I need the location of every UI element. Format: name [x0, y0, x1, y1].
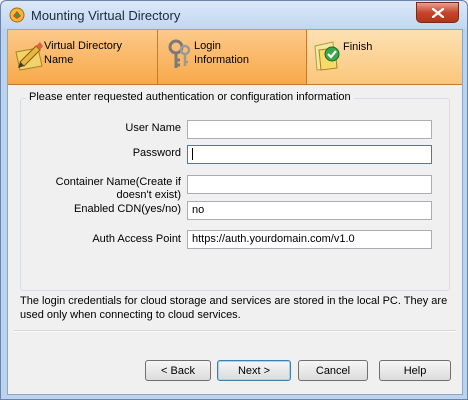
- step-label: Finish: [343, 41, 373, 53]
- help-button[interactable]: Help: [379, 360, 451, 381]
- step-virtual-directory-name: Virtual Directory Name: [8, 30, 158, 85]
- user-name-label: User Name: [125, 122, 181, 134]
- enabled-cdn-input[interactable]: no: [187, 201, 432, 220]
- window-title: Mounting Virtual Directory: [31, 8, 181, 23]
- password-label: Password: [132, 147, 181, 159]
- keys-icon: [168, 39, 191, 68]
- container-name-label: Container Name(Create if doesn't exist): [55, 176, 181, 201]
- auth-access-point-input[interactable]: https://auth.yourdomain.com/v1.0: [187, 230, 432, 249]
- help-button-label: Help: [403, 364, 427, 377]
- text-caret: [192, 148, 193, 161]
- close-button[interactable]: [416, 2, 459, 23]
- info-text: The login credentials for cloud storage …: [20, 295, 448, 321]
- step-login-information: Login Information: [158, 30, 307, 85]
- step-label: Virtual Directory Name: [44, 40, 123, 66]
- password-input[interactable]: [187, 145, 432, 164]
- button-divider: [14, 330, 456, 332]
- cancel-button[interactable]: Cancel: [298, 360, 368, 381]
- container-name-input[interactable]: [187, 175, 432, 194]
- check-folder-icon: [314, 41, 340, 71]
- app-icon: [9, 7, 25, 23]
- user-name-input[interactable]: [187, 120, 432, 139]
- wizard-window: Mounting Virtual Directory Virtual Direc…: [0, 0, 468, 400]
- step-label: Login Information: [194, 40, 250, 66]
- next-button-label: Next >: [237, 364, 271, 377]
- title-bar[interactable]: Mounting Virtual Directory: [1, 1, 467, 29]
- step-finish: Finish: [307, 30, 462, 85]
- wizard-steps: Virtual Directory Name Login Information: [8, 30, 462, 85]
- close-x-icon: [431, 7, 444, 18]
- next-button[interactable]: Next >: [217, 360, 291, 381]
- auth-access-point-label: Auth Access Point: [92, 233, 181, 245]
- wizard-body: Virtual Directory Name Login Information: [7, 29, 463, 395]
- back-button[interactable]: < Back: [145, 360, 211, 381]
- form-group-title: Please enter requested authentication or…: [26, 91, 354, 103]
- back-button-label: < Back: [161, 364, 195, 377]
- pencil-folder-icon: [15, 42, 43, 71]
- cancel-button-label: Cancel: [315, 364, 351, 377]
- enabled-cdn-label: Enabled CDN(yes/no): [74, 203, 181, 215]
